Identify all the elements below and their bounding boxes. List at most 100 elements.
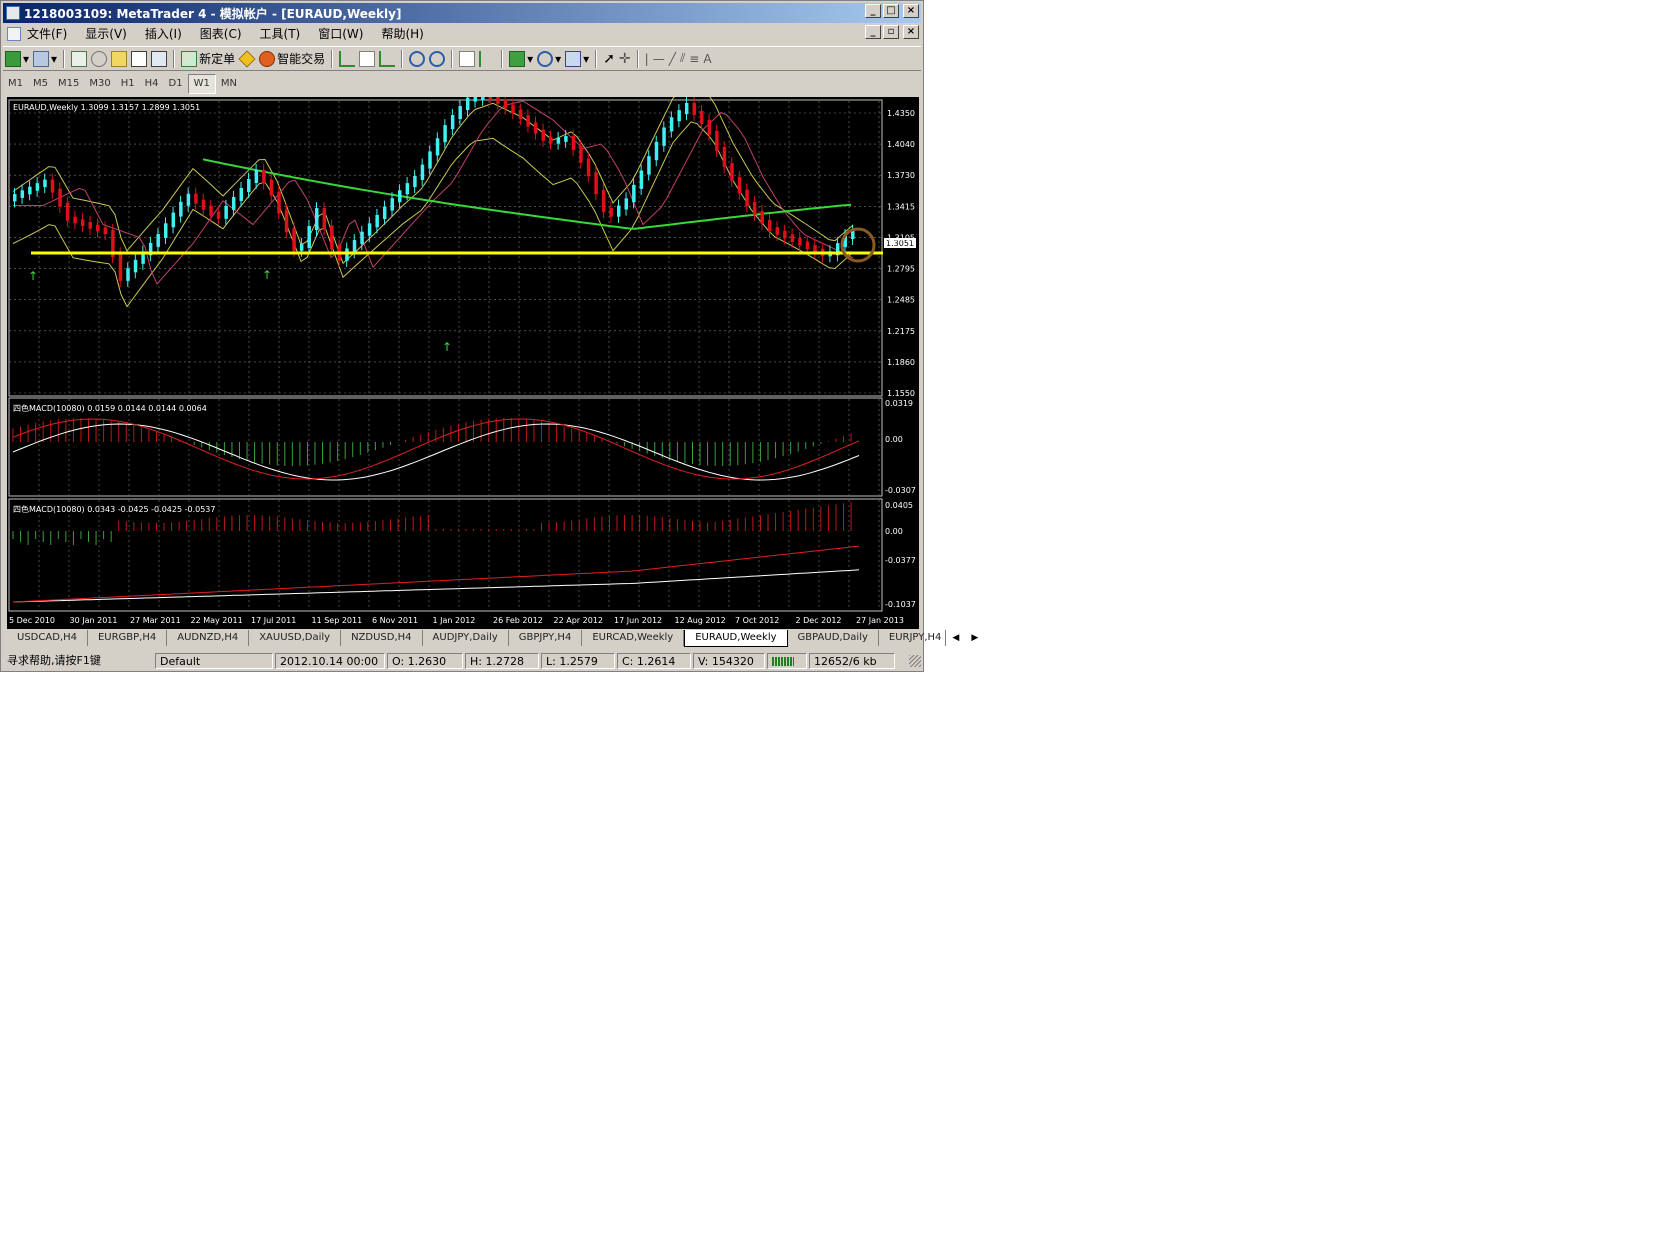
metatrader-window: 1218003109: MetaTrader 4 - 模拟帐户 - [EURAU… — [0, 0, 978, 672]
child-minimize-button[interactable]: _ — [865, 25, 881, 39]
crosshair-button[interactable]: ✛ — [619, 50, 631, 68]
indicator-lines — [12, 97, 854, 308]
tab-euraud-weekly[interactable]: EURAUD,Weekly — [684, 630, 788, 647]
candle-body — [73, 216, 77, 224]
cursor-icon: ➚ — [603, 50, 615, 67]
candle-body — [186, 193, 191, 206]
timeframe-m5[interactable]: M5 — [28, 75, 53, 93]
vertical-line-button[interactable]: | — [645, 50, 649, 68]
timeframe-h1[interactable]: H1 — [116, 75, 140, 93]
data-window-button[interactable] — [91, 50, 108, 68]
status-bar: 寻求帮助,请按F1键 Default 2012.10.14 00:00 O: 1… — [3, 651, 921, 670]
navigator-button[interactable] — [111, 50, 128, 68]
menu-help[interactable]: 帮助(H) — [381, 25, 423, 42]
timeframe-mn[interactable]: MN — [216, 75, 242, 93]
candle-body — [790, 234, 795, 242]
title-bar[interactable]: 1218003109: MetaTrader 4 - 模拟帐户 - [EURAU… — [3, 3, 921, 23]
tab-audnzd-h4[interactable]: AUDNZD,H4 — [167, 630, 250, 646]
terminal-button[interactable] — [131, 50, 148, 68]
timeframe-m1[interactable]: M1 — [3, 75, 28, 93]
new-chart-button[interactable]: ▾ — [5, 50, 29, 68]
bar-chart-button[interactable] — [339, 50, 356, 68]
tab-gbpjpy-h4[interactable]: GBPJPY,H4 — [509, 630, 583, 646]
child-close-button[interactable]: × — [903, 25, 919, 39]
bollinger-lower-line — [12, 121, 854, 308]
tab-scroll-right-icon[interactable]: ▶ — [965, 630, 984, 648]
menu-file[interactable]: 文件(F) — [27, 25, 67, 42]
new-order-button[interactable]: 新定单 — [181, 50, 235, 68]
chart-window[interactable]: ↑ ↑ ↑ EURAUD,Weekly 1.3099 1.3157 1.2899… — [7, 97, 919, 629]
candle-body — [428, 151, 432, 169]
candle-body — [692, 102, 696, 115]
zoom-out-button[interactable] — [429, 50, 446, 68]
new-chart-icon — [5, 50, 21, 67]
auto-scroll-button[interactable] — [459, 50, 476, 68]
macd1-header: 四色MACD(10080) 0.0159 0.0144 0.0144 0.006… — [13, 403, 207, 413]
expert-advisors-button[interactable]: 智能交易 — [259, 50, 325, 68]
tester-icon — [151, 50, 168, 67]
text-tool-button[interactable]: A — [703, 50, 711, 68]
profiles-button[interactable]: ▾ — [33, 50, 57, 68]
equidistant-channel-button[interactable]: ⫽ — [680, 50, 685, 68]
menu-charts[interactable]: 图表(C) — [200, 25, 242, 42]
main-toolbar: ▾ ▾ 新定单 智能交易 ▾ ▾ ▾ ➚ ✛ | — ╱ ⫽ ≡ A — [3, 46, 921, 71]
horizontal-line-button[interactable]: — — [653, 50, 665, 68]
candle-body — [775, 227, 780, 235]
macd2-pane-border — [8, 498, 883, 612]
tab-eurgbp-h4[interactable]: EURGBP,H4 — [88, 630, 168, 646]
close-button[interactable]: × — [903, 4, 919, 18]
market-watch-button[interactable] — [71, 50, 88, 68]
candle-body — [617, 205, 621, 217]
candle-body — [269, 179, 274, 196]
candle-body — [231, 196, 236, 210]
maximize-button[interactable]: □ — [883, 4, 899, 18]
candle-body — [798, 237, 802, 246]
menu-view[interactable]: 显示(V) — [85, 25, 127, 42]
child-restore-button[interactable]: ▫ — [883, 25, 899, 39]
periods-button[interactable]: ▾ — [537, 50, 561, 68]
timeframe-w1[interactable]: W1 — [187, 74, 216, 94]
candle-body — [745, 189, 749, 207]
menu-tools[interactable]: 工具(T) — [260, 25, 301, 42]
fibonacci-button[interactable]: ≡ — [689, 50, 699, 68]
zoom-in-button[interactable] — [409, 50, 426, 68]
tab-eurcad-weekly[interactable]: EURCAD,Weekly — [582, 630, 685, 646]
cursor-button[interactable]: ➚ — [603, 50, 615, 68]
menu-window[interactable]: 窗口(W) — [318, 25, 363, 42]
menu-insert[interactable]: 插入(I) — [145, 25, 182, 42]
metaeditor-button[interactable] — [238, 50, 256, 68]
line-chart-button[interactable] — [379, 50, 396, 68]
tab-usdcad-h4[interactable]: USDCAD,H4 — [7, 630, 88, 646]
timeframe-m30[interactable]: M30 — [84, 75, 115, 93]
candle-body — [533, 122, 538, 134]
candlestick-button[interactable] — [359, 50, 376, 68]
templates-button[interactable]: ▾ — [565, 50, 589, 68]
candle-body — [284, 209, 289, 233]
minimize-button[interactable]: _ — [865, 4, 881, 18]
tab-gbpaud-daily[interactable]: GBPAUD,Daily — [788, 630, 879, 646]
strategy-tester-button[interactable] — [151, 50, 168, 68]
indicators-button[interactable]: ▾ — [509, 50, 533, 68]
tab-scroll-left-icon[interactable]: ◀ — [946, 630, 965, 648]
tab-audjpy-daily[interactable]: AUDJPY,Daily — [423, 630, 509, 646]
timeframe-d1[interactable]: D1 — [164, 75, 188, 93]
candle-body — [496, 97, 500, 104]
trendline-button[interactable]: ╱ — [669, 50, 676, 68]
chart-header: EURAUD,Weekly 1.3099 1.3157 1.2899 1.305… — [13, 103, 200, 112]
tab-eurjpy-h4[interactable]: EURJPY,H4 — [879, 630, 947, 646]
resize-grip-icon[interactable] — [909, 654, 921, 667]
candle-body — [254, 170, 259, 183]
clock-icon — [537, 50, 554, 67]
document-icon[interactable] — [7, 26, 21, 41]
date-tick-label: 5 Dec 2010 — [9, 616, 55, 625]
macd2-histogram — [12, 502, 860, 603]
chart-shift-button[interactable] — [479, 50, 495, 68]
candle-body — [541, 129, 545, 141]
candle-body — [564, 136, 568, 142]
chart-canvas[interactable]: ↑ ↑ ↑ EURAUD,Weekly 1.3099 1.3157 1.2899… — [7, 97, 919, 629]
tab-nzdusd-h4[interactable]: NZDUSD,H4 — [341, 630, 423, 646]
timeframe-h4[interactable]: H4 — [140, 75, 164, 93]
candle-body — [722, 146, 727, 168]
timeframe-m15[interactable]: M15 — [53, 75, 84, 93]
tab-xauusd-daily[interactable]: XAUUSD,Daily — [249, 630, 342, 646]
